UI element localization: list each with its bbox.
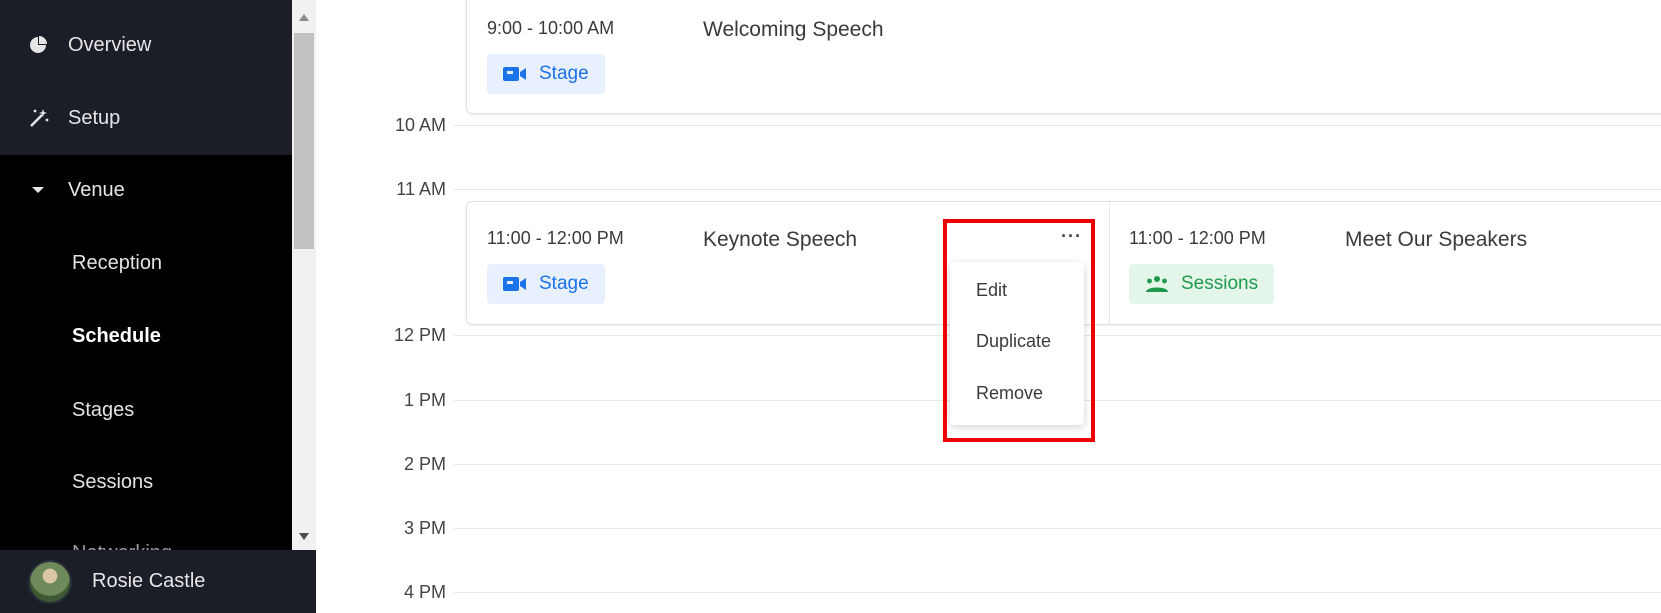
- sidebar-item-label: Overview: [68, 33, 152, 56]
- event-tag-label: Stage: [539, 63, 589, 84]
- event-tag-stage[interactable]: Stage: [487, 54, 605, 94]
- caret-down-icon: [28, 180, 68, 200]
- event-tag-sessions[interactable]: Sessions: [1129, 264, 1275, 304]
- avatar[interactable]: [28, 559, 72, 604]
- hour-gridline: [454, 464, 1661, 465]
- hour-gridline: [454, 125, 1661, 126]
- event-tag-stage[interactable]: Stage: [487, 264, 605, 304]
- event-time: 11:00 - 12:00 PM: [487, 228, 624, 248]
- event-card-welcoming-speech[interactable]: 9:00 - 10:00 AM Welcoming Speech Stage: [466, 0, 1661, 114]
- sidebar: Overview Setup Venue Reception Schedule …: [0, 0, 292, 550]
- sidebar-subitem-sessions[interactable]: Sessions: [72, 471, 153, 494]
- video-camera-icon: [503, 66, 527, 82]
- sidebar-item-overview[interactable]: Overview: [0, 17, 292, 73]
- hour-gridline: [454, 189, 1661, 190]
- scroll-thumb[interactable]: [294, 33, 314, 249]
- time-label-12pm: 12 PM: [393, 325, 446, 345]
- video-camera-icon: [503, 276, 527, 292]
- time-label-11am: 11 AM: [396, 179, 446, 199]
- event-time: 9:00 - 10:00 AM: [487, 18, 615, 38]
- event-divider: [1109, 202, 1110, 324]
- time-label-3pm: 3 PM: [403, 518, 446, 538]
- event-title: Keynote Speech: [703, 228, 858, 251]
- time-label-10am: 10 AM: [394, 115, 446, 135]
- highlight-box: [943, 219, 1095, 442]
- sidebar-item-setup[interactable]: Setup: [0, 90, 292, 146]
- event-tag-label: Sessions: [1181, 273, 1259, 294]
- hour-gridline: [454, 592, 1661, 593]
- user-profile-bar[interactable]: Rosie Castle: [0, 550, 316, 613]
- scroll-up-arrow-icon[interactable]: [299, 14, 309, 21]
- sidebar-subitem-reception[interactable]: Reception: [72, 252, 162, 275]
- scroll-down-arrow-icon[interactable]: [299, 533, 309, 540]
- schedule-timeline: 10 AM 11 AM 12 PM 1 PM 2 PM 3 PM 4 PM 9:…: [316, 0, 1661, 613]
- app-window: Overview Setup Venue Reception Schedule …: [0, 0, 1661, 613]
- sidebar-subitem-stages[interactable]: Stages: [72, 399, 134, 422]
- sidebar-subitem-networking[interactable]: Networking: [72, 542, 172, 550]
- magic-wand-icon: [28, 107, 68, 129]
- event-title: Meet Our Speakers: [1345, 228, 1528, 251]
- user-name: Rosie Castle: [92, 570, 206, 592]
- sidebar-item-label: Venue: [68, 178, 125, 201]
- sidebar-item-label: Setup: [68, 106, 121, 129]
- sidebar-subitem-schedule[interactable]: Schedule: [72, 325, 161, 348]
- time-label-4pm: 4 PM: [403, 582, 446, 602]
- event-title: Welcoming Speech: [703, 18, 884, 41]
- people-group-icon: [1145, 275, 1169, 293]
- time-label-1pm: 1 PM: [403, 390, 446, 410]
- pie-chart-icon: [28, 35, 68, 55]
- time-label-2pm: 2 PM: [403, 454, 446, 474]
- sidebar-item-venue[interactable]: Venue: [0, 162, 292, 218]
- sidebar-scrollbar[interactable]: [292, 0, 316, 550]
- event-time: 11:00 - 12:00 PM: [1129, 228, 1266, 248]
- event-tag-label: Stage: [539, 273, 589, 294]
- hour-gridline: [454, 528, 1661, 529]
